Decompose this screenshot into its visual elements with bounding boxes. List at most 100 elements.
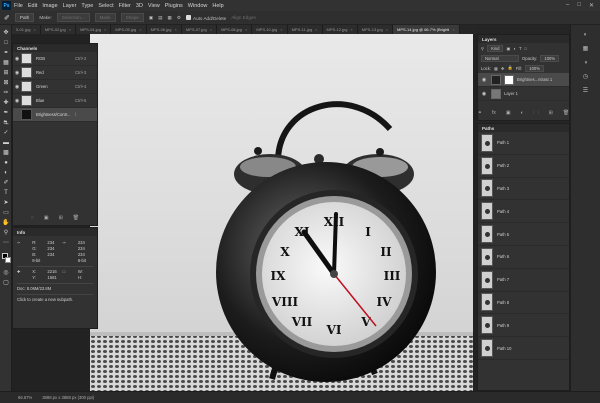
path-mode-select[interactable]: Path [14, 13, 35, 22]
trash-icon[interactable]: 🗑 [563, 110, 569, 118]
close-icon[interactable]: × [350, 27, 352, 32]
type-tool-icon[interactable]: T [2, 189, 10, 197]
new-channel-icon[interactable]: ⊞ [59, 215, 63, 223]
tab-doc-active[interactable]: MPS-14.jpg @ 66.7% (Brighti × [393, 25, 460, 34]
save-selection-icon[interactable]: ▣ [44, 215, 49, 223]
properties-panel-icon[interactable]: ☰ [581, 87, 590, 96]
close-icon[interactable]: × [174, 27, 176, 32]
blur-tool-icon[interactable]: ● [2, 159, 10, 167]
layer-row-selected[interactable]: ◉ Brightnes...ntrast 1 [478, 73, 569, 87]
layer-kind-select[interactable]: Kind [487, 44, 504, 52]
menu-filter[interactable]: Filter [119, 3, 131, 9]
path-row[interactable]: Path 8 [478, 292, 569, 315]
make-selection-button[interactable]: Selection... [56, 13, 90, 22]
path-row[interactable]: Path 2 [478, 155, 569, 178]
link-icon[interactable]: ⚭ [478, 110, 482, 118]
frame-tool-icon[interactable]: ⊠ [2, 79, 10, 87]
filter-pixel-icon[interactable]: ▣ [506, 46, 510, 51]
path-selection-tool-icon[interactable]: ➤ [2, 199, 10, 207]
menu-image[interactable]: Image [42, 3, 57, 9]
path-row[interactable]: Path 9 [478, 314, 569, 338]
menu-help[interactable]: Help [212, 3, 223, 9]
menu-plugins[interactable]: Plugins [165, 3, 183, 9]
blend-mode-select[interactable]: Normal [481, 54, 519, 62]
close-icon[interactable]: × [315, 27, 317, 32]
channel-row[interactable]: ◉ Green Ctrl+4 [13, 80, 97, 94]
close-icon[interactable]: × [452, 27, 454, 32]
opacity-input[interactable]: 100% [540, 54, 560, 62]
close-icon[interactable]: × [139, 27, 141, 32]
swatches-panel-icon[interactable]: ▦ [581, 45, 590, 54]
path-row[interactable]: Path 4 [478, 200, 569, 224]
rectangle-tool-icon[interactable]: ▭ [2, 209, 10, 217]
path-row[interactable]: Path 5 [478, 223, 569, 246]
trash-icon[interactable]: 🗑 [73, 215, 79, 223]
clone-stamp-tool-icon[interactable]: ⛐ [2, 119, 10, 127]
close-icon[interactable]: ✕ [589, 2, 594, 9]
crop-tool-icon[interactable]: ⊞ [2, 69, 10, 77]
tab-doc[interactable]: MPS-06.jpg × [146, 25, 182, 34]
pen-tool-icon[interactable]: ✐ [4, 14, 10, 22]
path-row[interactable]: Path 3 [478, 178, 569, 201]
close-icon[interactable]: × [386, 27, 388, 32]
menu-edit[interactable]: Edit [28, 3, 37, 9]
close-icon[interactable]: × [245, 27, 247, 32]
tab-doc[interactable]: MPS-13.jpg × [357, 25, 394, 34]
menu-select[interactable]: Select [98, 3, 113, 9]
filter-adjustment-icon[interactable]: ◐ [513, 46, 516, 51]
close-icon[interactable]: × [280, 27, 282, 32]
lock-pixels-icon[interactable]: ▦ [494, 66, 498, 71]
menu-file[interactable]: File [14, 3, 23, 9]
document-canvas[interactable]: XII I II III IV V VI VII VIII IX X XI [90, 34, 473, 391]
marquee-tool-icon[interactable]: □ [2, 39, 10, 47]
lasso-tool-icon[interactable]: ⚭ [2, 49, 10, 57]
eye-icon[interactable]: ◉ [480, 77, 488, 83]
close-icon[interactable]: × [104, 27, 106, 32]
history-brush-tool-icon[interactable]: ✓ [2, 129, 10, 137]
close-icon[interactable]: × [210, 27, 212, 32]
path-arrangement-icon[interactable]: ▦ [168, 15, 172, 21]
zoom-tool-icon[interactable]: ⚲ [2, 229, 10, 237]
eyedropper-tool-icon[interactable]: ✑ [2, 89, 10, 97]
path-row[interactable]: Path 1 [478, 132, 569, 155]
quick-mask-icon[interactable]: ◎ [2, 269, 10, 277]
folder-icon[interactable]: 🗀 [534, 110, 539, 118]
filter-shape-icon[interactable]: □ [525, 46, 528, 51]
move-tool-icon[interactable]: ✥ [2, 29, 10, 37]
layer-row[interactable]: ◉ Layer 1 [478, 87, 569, 101]
make-shape-button[interactable]: Shape [120, 13, 144, 22]
channel-row[interactable]: ◉ Blue Ctrl+5 [13, 94, 97, 108]
minimize-icon[interactable]: – [566, 2, 569, 9]
close-icon[interactable]: × [33, 27, 35, 32]
auto-add-delete-checkbox[interactable]: Auto Add/Delete [186, 14, 226, 21]
eye-icon[interactable]: ◉ [13, 98, 21, 104]
tab-doc[interactable]: MPS-10.jpg × [252, 25, 288, 34]
hand-tool-icon[interactable]: ✋ [2, 219, 10, 227]
eraser-tool-icon[interactable]: ▬ [2, 139, 10, 147]
menu-view[interactable]: View [148, 3, 160, 9]
load-selection-icon[interactable]: ◌ [31, 215, 34, 223]
dodge-tool-icon[interactable]: ◐ [2, 169, 10, 177]
maximize-icon[interactable]: □ [577, 2, 581, 9]
more-tools-icon[interactable]: ⋯ [2, 239, 10, 247]
tab-doc[interactable]: MPS-07.jpg × [181, 25, 218, 34]
eye-icon[interactable]: ◉ [13, 70, 21, 76]
menu-3d[interactable]: 3D [136, 3, 143, 9]
new-adjustment-icon[interactable]: ◐ [521, 110, 524, 118]
lock-position-icon[interactable]: ✥ [501, 66, 505, 71]
fill-input[interactable]: 100% [525, 64, 544, 72]
brush-tool-icon[interactable]: ✒ [2, 109, 10, 117]
make-mask-button[interactable]: Mask [94, 13, 116, 22]
color-panel-icon[interactable]: ◐ [581, 31, 590, 40]
tab-doc[interactable]: MPS-05.jpg × [111, 25, 147, 34]
align-edges-checkbox[interactable]: Align Edges [231, 15, 256, 20]
close-icon[interactable]: × [69, 27, 71, 32]
new-layer-icon[interactable]: ⊞ [549, 110, 553, 118]
channel-row[interactable]: ◉ Red Ctrl+3 [13, 66, 97, 80]
lock-all-icon[interactable]: 🔒 [508, 65, 513, 71]
add-mask-icon[interactable]: ▣ [506, 110, 511, 118]
gradient-tool-icon[interactable]: ▩ [2, 149, 10, 157]
channel-row-selected[interactable]: Brightness/Contr... \ [13, 108, 97, 122]
menu-layer[interactable]: Layer [63, 3, 77, 9]
eye-icon[interactable]: ◉ [480, 91, 488, 97]
